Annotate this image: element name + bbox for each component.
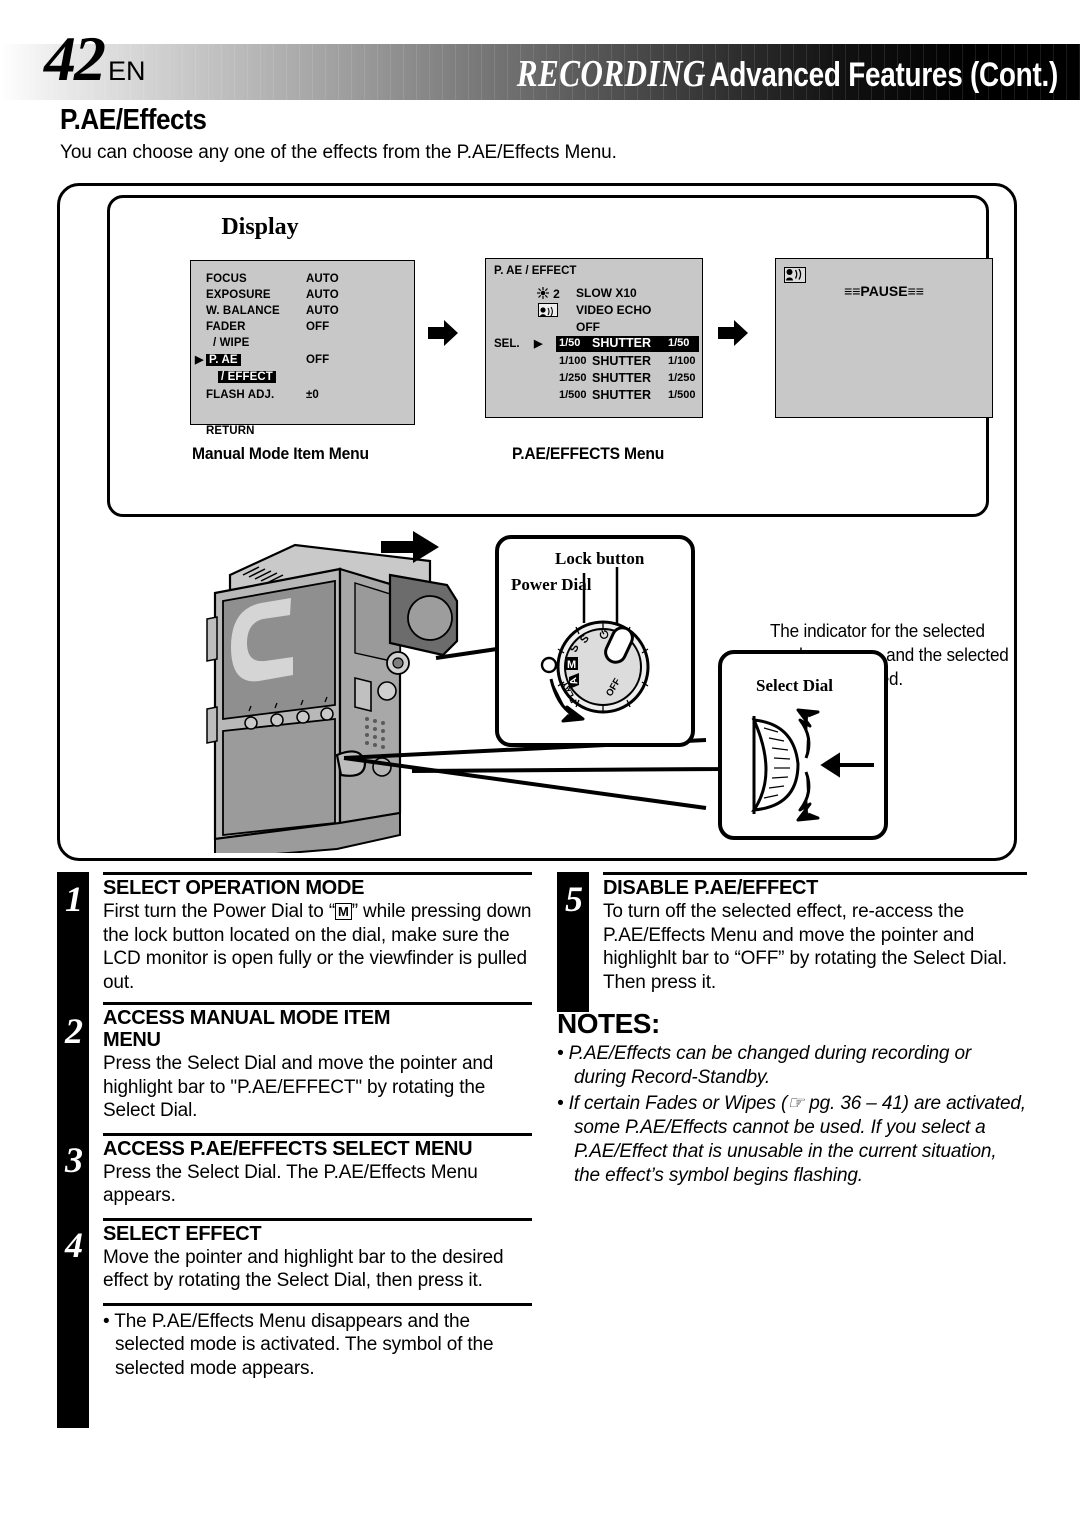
lcd-manual-mode-menu: FOCUS AUTO EXPOSURE AUTO W. BALANCE AUTO… (190, 260, 415, 437)
step-1-title: SELECT OPERATION MODE (103, 877, 365, 899)
step-4-title: SELECT EFFECT (103, 1222, 262, 1245)
fx-shutter-1-100-val: 1/100 (668, 355, 696, 367)
menu-label-pae-text: P. AE (206, 354, 241, 366)
page-title-sub: Advanced Features (Cont.) (709, 56, 1058, 94)
lcd-indicator-screen: ≡≡PAUSE≡≡ (775, 258, 993, 418)
display-panel-label: Display (221, 214, 299, 240)
section-intro-text: You can choose any one of the effects fr… (60, 142, 617, 163)
step-4: 4 SELECT EFFECT Move the pointer and hig… (57, 1221, 532, 1293)
fx-row-shutter-1-50-highlight[interactable]: 1/50 SHUTTER 1/50 (556, 336, 699, 352)
caption-manual-menu: Manual Mode Item Menu (192, 444, 369, 463)
fx-shutter-1-250-name: SHUTTER (592, 371, 652, 385)
fx-shutter-1-500-num: 1/500 (559, 389, 587, 401)
display-panel: Display FOCUS AUTO EXPOSURE AUTO W. BALA… (107, 195, 993, 517)
fx-shutter-1-250-val: 1/250 (668, 372, 696, 384)
notes-title: NOTES: (557, 1008, 660, 1040)
note-item-1: • P.AE/Effects can be changed during rec… (557, 1043, 972, 1089)
menu-label-pae: P. AE (206, 354, 241, 366)
menu-label-exposure: EXPOSURE (206, 289, 271, 301)
callout-power-dial: Lock button Power Dial ⏻ S S M A PLAY OF… (495, 535, 695, 747)
steps-column-right: 5 DISABLE P.AE/EFFECT To turn off the se… (557, 872, 1027, 1188)
page-title-main: RECORDING (516, 53, 706, 95)
power-dial-m-icon: M (335, 903, 352, 920)
sun-2-icon: 2 (536, 286, 560, 301)
menu-label-fader: FADER (206, 321, 246, 333)
flow-arrow-right-icon (426, 316, 460, 350)
step-3: 3 ACCESS P.AE/EFFECTS SELECT MENU Press … (57, 1136, 532, 1208)
step-4-bullet: • The P.AE/Effects Menu disappears and t… (57, 1306, 532, 1381)
page-title: RECORDING Advanced Features (Cont.) (517, 52, 1058, 96)
menu-value-flashadj: ±0 (306, 389, 319, 401)
select-dial-graphic (751, 708, 874, 822)
step-2-title: ACCESS MANUAL MODE ITEM MENU (103, 1007, 391, 1052)
menu-label-effect: / EFFECT (218, 371, 276, 383)
step-4-bullet-text: • The P.AE/Effects Menu disappears and t… (103, 1310, 494, 1379)
step-1-body-before: First turn the Power Dial to “ (103, 901, 336, 922)
note-item-2: • If certain Fades or Wipes (☞ pg. 36 – … (557, 1093, 1026, 1186)
pause-indicator-text: ≡≡PAUSE≡≡ (844, 283, 924, 299)
sun-2-icon-label: 2 (553, 287, 560, 301)
fx-row-off: OFF (576, 320, 600, 334)
fx-shutter-1-50-name: SHUTTER (592, 336, 652, 350)
menu-value-focus: AUTO (306, 273, 339, 285)
step-5-title: DISABLE P.AE/EFFECT (603, 877, 819, 899)
step-4-body: Move the pointer and highlight bar to th… (103, 1246, 504, 1292)
step-3-title: ACCESS P.AE/EFFECTS SELECT MENU (103, 1137, 473, 1160)
step-2-number: 2 (65, 1011, 83, 1052)
fx-shutter-1-500-name: SHUTTER (592, 388, 652, 402)
lcd-paeffects-menu: P. AE / EFFECT 2 SLOW X10 VIDEO ECHO OFF… (485, 258, 703, 418)
menu-label-focus: FOCUS (206, 273, 247, 285)
step-3-body: Press the Select Dial. The P.AE/Effects … (103, 1161, 478, 1207)
svg-text:M: M (567, 659, 576, 671)
menu-label-flashadj: FLASH ADJ. (206, 389, 275, 401)
video-echo-indicator-icon (784, 267, 806, 283)
menu-label-effect-text: / EFFECT (218, 371, 276, 383)
menu-value-wbalance: AUTO (306, 305, 339, 317)
power-dial-graphic: ⏻ S S M A PLAY OFF (540, 567, 650, 723)
fx-shutter-1-500-val: 1/500 (668, 389, 696, 401)
menu-label-wipe: / WIPE (213, 337, 250, 349)
fx-shutter-1-100-num: 1/100 (559, 355, 587, 367)
page-number-group: 42 EN (44, 23, 146, 94)
step-2: 2 ACCESS MANUAL MODE ITEM MENU Press the… (57, 1005, 532, 1123)
menu-label-return: RETURN (206, 425, 255, 437)
step-2-body: Press the Select Dial and move the point… (103, 1053, 494, 1122)
page-language-code: EN (108, 56, 146, 86)
fx-shutter-1-50-num: 1/50 (559, 337, 581, 349)
step-1-number: 1 (65, 879, 83, 919)
callout-select-dial: Select Dial (718, 650, 888, 840)
fx-shutter-1-100-name: SHUTTER (592, 354, 652, 368)
fx-shutter-1-50-val: 1/50 (668, 337, 690, 349)
step-4-number: 4 (65, 1224, 83, 1265)
fx-row-slow-x10: SLOW X10 (576, 286, 637, 300)
step-1: 1 SELECT OPERATION MODE First turn the P… (57, 875, 532, 994)
step-5-number: 5 (565, 879, 583, 919)
menu-value-fader: OFF (306, 321, 330, 333)
video-echo-icon (538, 303, 558, 317)
step-5: 5 DISABLE P.AE/EFFECT To turn off the se… (557, 875, 1027, 994)
paeffects-pointer-icon: ▶ (534, 338, 543, 350)
caption-paeffects-menu: P.AE/EFFECTS Menu (512, 444, 665, 463)
section-title: P.AE/Effects (60, 104, 207, 136)
menu-value-pae: OFF (306, 354, 330, 366)
step-3-number: 3 (65, 1139, 83, 1180)
menu-pointer-icon: ▶ (195, 354, 204, 366)
menu-value-exposure: AUTO (306, 289, 339, 301)
steps-column-left: 1 SELECT OPERATION MODE First turn the P… (57, 872, 532, 1428)
step-1-body: First turn the Power Dial to “M” while p… (103, 899, 532, 994)
paeffects-menu-title: P. AE / EFFECT (494, 265, 577, 277)
page-number: 42 (44, 23, 106, 94)
flow-arrow-right-2-icon (716, 316, 750, 350)
fx-shutter-1-250-num: 1/250 (559, 372, 587, 384)
step-5-body: To turn off the selected effect, re-acce… (603, 901, 1008, 993)
sel-label: SEL. (494, 338, 520, 350)
fx-row-video-echo: VIDEO ECHO (576, 303, 652, 317)
menu-label-wbalance: W. BALANCE (206, 305, 280, 317)
